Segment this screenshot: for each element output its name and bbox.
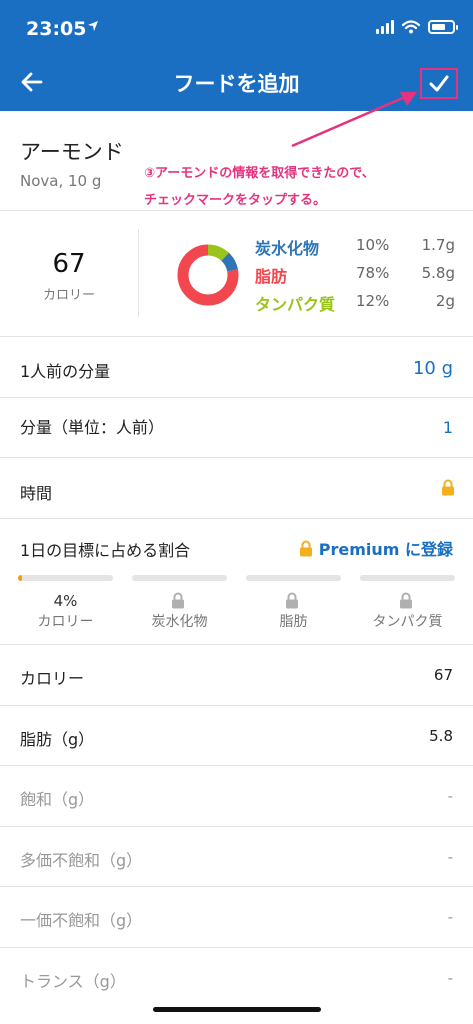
daily-goal-title: 1日の目標に占める割合	[20, 541, 191, 560]
nutrient-row: 脂肪（g） 5.8	[0, 706, 473, 766]
goal-carbs: 炭水化物	[132, 575, 227, 645]
nutrient-label: カロリー	[20, 669, 85, 688]
lock-icon	[399, 592, 413, 613]
calories-value: 67	[52, 249, 86, 279]
goal-percent: 4%	[53, 592, 78, 610]
goal-fat: 脂肪	[246, 575, 341, 645]
nutrient-label: トランス（g）	[20, 972, 126, 991]
nutrient-row: 飽和（g） -	[0, 766, 473, 827]
serving-size-value[interactable]: 10 g	[413, 358, 453, 379]
nutrient-label: 脂肪（g）	[20, 730, 95, 749]
lock-icon	[441, 479, 455, 500]
macro-row-protein: タンパク質 12% 2g	[255, 291, 455, 317]
nutrient-value: 67	[433, 666, 453, 684]
goal-progress-bar	[18, 575, 113, 581]
daily-goal-section: 1日の目標に占める割合 Premium に登録 4% カロリー 炭水化物 脂肪 …	[0, 519, 473, 645]
nutrient-label: 多価不飽和（g）	[20, 851, 143, 870]
nutrient-row: トランス（g） -	[0, 948, 473, 1008]
serving-size-row[interactable]: 1人前の分量 10 g	[0, 337, 473, 398]
macro-amount: 5.8g	[421, 264, 455, 282]
quantity-row[interactable]: 分量（単位：人前） 1	[0, 398, 473, 458]
macro-name: 脂肪	[255, 267, 288, 286]
nutrient-row: 多価不飽和（g） -	[0, 827, 473, 887]
time-label: 時間	[20, 484, 53, 503]
goal-progress-bar	[246, 575, 341, 581]
macro-percent: 10%	[356, 236, 390, 254]
goal-calories: 4% カロリー	[18, 575, 113, 645]
home-indicator[interactable]	[153, 1007, 321, 1012]
serving-size-label: 1人前の分量	[20, 362, 111, 381]
macro-percent: 78%	[356, 264, 390, 282]
nutrient-value: -	[447, 908, 453, 926]
nutrient-value: -	[447, 848, 453, 866]
premium-label: Premium に登録	[318, 540, 453, 559]
macro-amount: 1.7g	[421, 236, 455, 254]
macro-name: 炭水化物	[255, 239, 320, 258]
nutrient-value: -	[447, 787, 453, 805]
nutrient-label: 飽和（g）	[20, 790, 95, 809]
macro-donut-chart	[177, 244, 239, 306]
goal-label: 炭水化物	[151, 614, 208, 630]
goal-progress-bar	[132, 575, 227, 581]
goal-label: カロリー	[37, 614, 94, 630]
goal-progress-fill	[18, 575, 22, 581]
lock-icon	[299, 540, 312, 556]
nutrient-row: 一価不飽和（g） -	[0, 887, 473, 948]
quantity-label: 分量（単位：人前）	[20, 418, 165, 437]
divider	[138, 229, 139, 317]
nutrient-value: -	[447, 969, 453, 987]
macro-summary: 67 カロリー 炭水化物 10% 1.7g 脂肪 78% 5.8g タンパク質 …	[0, 211, 473, 337]
lock-icon	[171, 592, 185, 613]
goal-label: 脂肪	[279, 614, 308, 630]
goal-progress-bar	[360, 575, 455, 581]
quantity-value[interactable]: 1	[443, 418, 453, 437]
nutrient-label: 一価不飽和（g）	[20, 911, 143, 930]
macro-amount: 2g	[435, 292, 455, 310]
goal-label: タンパク質	[372, 614, 443, 630]
annotation-arrow	[291, 92, 417, 148]
lock-icon	[285, 592, 299, 613]
macro-row-carbs: 炭水化物 10% 1.7g	[255, 235, 455, 261]
macro-percent: 12%	[356, 292, 390, 310]
macro-row-fat: 脂肪 78% 5.8g	[255, 263, 455, 289]
premium-upgrade-link[interactable]: Premium に登録	[299, 536, 453, 560]
nutrient-row: カロリー 67	[0, 645, 473, 706]
time-row[interactable]: 時間	[0, 458, 473, 519]
macro-name: タンパク質	[255, 295, 336, 314]
calories-label: カロリー	[42, 288, 95, 303]
nutrient-value: 5.8	[429, 727, 453, 745]
goal-protein: タンパク質	[360, 575, 455, 645]
